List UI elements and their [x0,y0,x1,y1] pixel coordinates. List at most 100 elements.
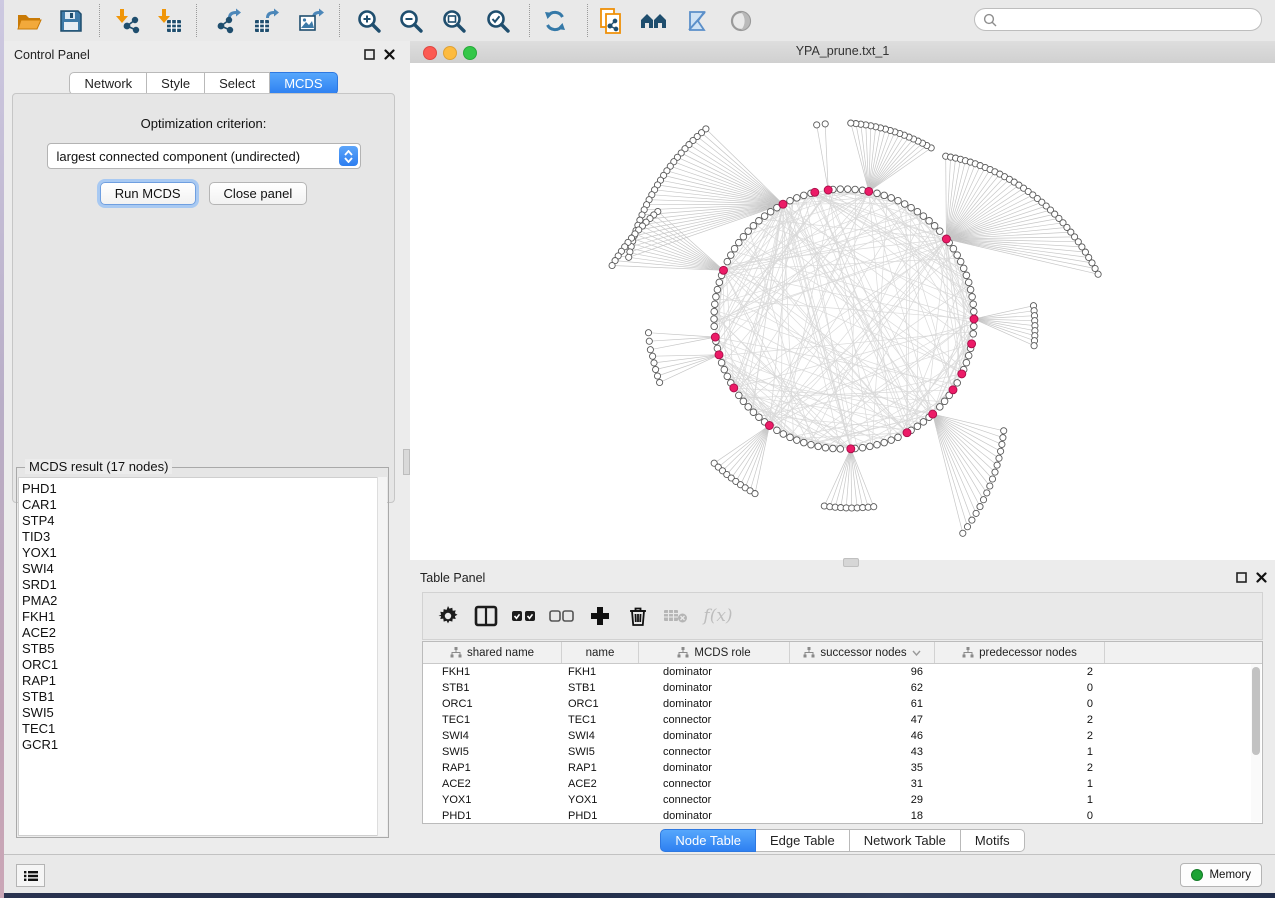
mcds-result-item[interactable]: PMA2 [22,593,386,609]
cell-name: RAP1 [562,762,639,774]
search-input[interactable] [1002,12,1261,28]
column-header-shared-name[interactable]: shared name [423,642,562,663]
split-view-icon[interactable] [467,601,505,631]
mcds-result-item[interactable]: GCR1 [22,737,386,753]
table-row[interactable]: YOX1YOX1connector291 [423,792,1262,808]
hide-graphics-icon[interactable] [683,7,711,35]
mcds-result-item[interactable]: ORC1 [22,657,386,673]
search-field[interactable] [974,8,1262,31]
mcds-result-item[interactable]: TID3 [22,529,386,545]
zoom-selected-icon[interactable] [484,7,512,35]
cell-name: TEC1 [562,714,639,726]
mcds-result-item[interactable]: STB5 [22,641,386,657]
float-panel-icon[interactable] [364,49,375,60]
table-row[interactable]: RAP1RAP1dominator352 [423,760,1262,776]
column-header-MCDS-role[interactable]: MCDS role [639,642,790,663]
import-table-icon[interactable] [156,7,184,35]
mcds-result-item[interactable]: SWI4 [22,561,386,577]
mcds-result-item[interactable]: ACE2 [22,625,386,641]
cell-role: connector [639,794,790,806]
mcds-result-item[interactable]: FKH1 [22,609,386,625]
column-header-successor-nodes[interactable]: successor nodes [790,642,935,663]
table-row[interactable]: PHD1PHD1dominator180 [423,808,1262,824]
export-image-icon[interactable] [297,7,325,35]
mcds-result-item[interactable]: SRD1 [22,577,386,593]
table-row[interactable]: SWI4SWI4dominator462 [423,728,1262,744]
save-icon[interactable] [57,7,85,35]
column-type-icon [962,647,974,658]
tab-mcds[interactable]: MCDS [270,72,337,95]
search-network-icon[interactable] [640,7,668,35]
export-table-icon[interactable] [252,7,280,35]
cell-successors: 62 [790,682,935,694]
tab-select[interactable]: Select [205,72,270,95]
tab-style[interactable]: Style [147,72,205,95]
column-header-predecessor-nodes[interactable]: predecessor nodes [935,642,1105,663]
import-network-icon[interactable] [114,7,142,35]
network-canvas[interactable] [410,63,1275,560]
float-table-panel-icon[interactable] [1236,572,1247,583]
column-type-icon [450,647,462,658]
vertical-splitter[interactable] [403,41,410,855]
memory-status-icon [1191,869,1203,881]
column-header-name[interactable]: name [562,642,639,663]
mcds-result-item[interactable]: YOX1 [22,545,386,561]
select-stepper-icon [339,146,358,166]
mcds-result-item[interactable]: RAP1 [22,673,386,689]
mcds-result-item[interactable]: STB1 [22,689,386,705]
cell-predecessors: 2 [935,762,1105,774]
mcds-result-item[interactable]: STP4 [22,513,386,529]
zoom-in-icon[interactable] [355,7,383,35]
add-column-icon[interactable] [581,601,619,631]
function-builder-icon: f(x) [695,601,741,631]
run-mcds-button[interactable]: Run MCDS [100,182,196,205]
mcds-result-item[interactable]: PHD1 [22,481,386,497]
tab-motifs[interactable]: Motifs [961,829,1025,852]
table-row[interactable]: SWI5SWI5connector431 [423,744,1262,760]
deselect-all-icon[interactable] [543,601,581,631]
sort-desc-icon [912,650,921,656]
table-row[interactable]: ACE2ACE2connector311 [423,776,1262,792]
mcds-result-list[interactable]: PHD1CAR1STP4TID3YOX1SWI4SRD1PMA2FKH1ACE2… [18,477,387,836]
delete-column-icon[interactable] [619,601,657,631]
tab-edge-table[interactable]: Edge Table [756,829,850,852]
table-row[interactable]: FKH1FKH1dominator962 [423,664,1262,680]
table-scrollbar[interactable] [1251,664,1261,822]
cytoscape-app-window: Control Panel NetworkStyleSelectMCDS Opt… [4,0,1275,893]
table-row[interactable]: TEC1TEC1connector472 [423,712,1262,728]
network-window-titlebar[interactable]: YPA_prune.txt_1 [410,41,1275,64]
cell-predecessors: 1 [935,778,1105,790]
horizontal-splitter-grip[interactable] [843,558,859,567]
mcds-list-scrollbar[interactable] [377,477,387,836]
optimization-criterion-select[interactable]: largest connected component (undirected) [47,143,361,169]
list-icon [24,870,38,882]
open-folder-icon[interactable] [15,7,43,35]
close-table-panel-icon[interactable] [1256,572,1267,583]
mcds-result-item[interactable]: SWI5 [22,705,386,721]
memory-button[interactable]: Memory [1180,863,1262,887]
refresh-icon[interactable] [541,7,569,35]
show-panels-button[interactable] [16,864,45,887]
mcds-result-item[interactable]: TEC1 [22,721,386,737]
network-file-icon[interactable] [597,7,625,35]
table-settings-icon[interactable] [429,601,467,631]
zoom-out-icon[interactable] [397,7,425,35]
table-row[interactable]: STB1STB1dominator620 [423,680,1262,696]
tab-node-table[interactable]: Node Table [660,829,756,852]
splitter-grip[interactable] [403,449,410,475]
close-panel-icon[interactable] [384,49,395,60]
network-graph[interactable] [410,63,1275,560]
zoom-fit-icon[interactable] [440,7,468,35]
select-all-icon[interactable] [505,601,543,631]
mcds-result-item[interactable]: CAR1 [22,497,386,513]
cell-role: dominator [639,666,790,678]
cell-role: connector [639,746,790,758]
close-panel-button[interactable]: Close panel [209,182,308,205]
satellite-nodes[interactable] [609,120,1101,536]
tab-network-table[interactable]: Network Table [850,829,961,852]
table-scrollbar-thumb[interactable] [1252,667,1260,755]
export-network-icon[interactable] [214,7,242,35]
table-row[interactable]: ORC1ORC1dominator610 [423,696,1262,712]
tab-network[interactable]: Network [69,72,147,95]
cell-successors: 31 [790,778,935,790]
